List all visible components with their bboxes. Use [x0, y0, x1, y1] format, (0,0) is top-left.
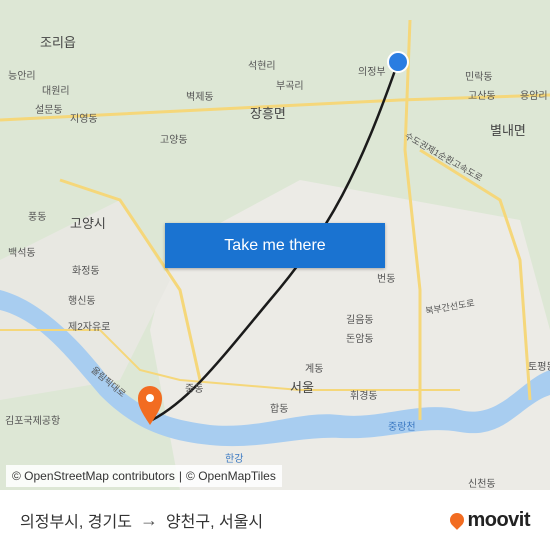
- map-label: 설문동: [35, 105, 63, 116]
- arrow-right-icon: →: [139, 509, 158, 530]
- map-label: 한강: [225, 454, 244, 465]
- map-label: 지영동: [70, 114, 98, 125]
- map-label: 김포국제공항: [5, 416, 61, 427]
- map-label: 고양시: [70, 216, 106, 231]
- origin-marker: [387, 51, 409, 73]
- osm-attribution-link[interactable]: © OpenStreetMap contributors: [12, 469, 175, 483]
- map[interactable]: 조리읍의정부장흥면고양시서울 별내면한강 중랑천 김포국제공항 제2자유로 석현리 부곡리벽…: [0, 0, 550, 490]
- map-label: 부곡리: [276, 81, 304, 92]
- map-label: 벽제동: [186, 92, 214, 103]
- moovit-wordmark: moovit: [467, 508, 530, 531]
- moovit-logo[interactable]: moovit: [447, 508, 530, 532]
- map-label: 의정부: [358, 67, 386, 78]
- map-label: 별내면: [490, 123, 526, 138]
- map-label: 행신동: [68, 296, 96, 307]
- map-label: 민락동: [465, 72, 493, 83]
- map-label: 길음동: [346, 315, 374, 326]
- map-label: 합동: [270, 404, 289, 415]
- attribution-separator: |: [178, 469, 183, 483]
- map-label: 돈암동: [346, 334, 374, 345]
- route-summary: 의정부시, 경기도 → 양천구, 서울시: [20, 508, 263, 532]
- origin-name: 의정부시, 경기도: [20, 514, 132, 531]
- map-label: 토평동: [528, 362, 550, 373]
- map-label: 조리읍: [40, 35, 76, 50]
- map-label: 대원리: [42, 86, 70, 97]
- map-label: 풍동: [28, 212, 47, 223]
- map-label: 고양동: [160, 135, 188, 146]
- map-label: 서울: [290, 380, 314, 395]
- map-attribution: © OpenStreetMap contributors | © OpenMap…: [6, 465, 282, 487]
- map-label: 화정동: [72, 266, 100, 277]
- map-label: 능안리: [8, 71, 36, 82]
- map-label: 신천동: [468, 479, 496, 490]
- map-label: 제2자유로: [68, 322, 111, 333]
- footer: 의정부시, 경기도 → 양천구, 서울시 moovit: [0, 490, 550, 550]
- take-me-there-button[interactable]: Take me there: [165, 223, 385, 268]
- map-label: 장흥면: [250, 106, 286, 121]
- map-label: 용암리: [520, 91, 548, 102]
- map-label: 백석동: [8, 248, 36, 259]
- map-label: 중동: [185, 384, 204, 395]
- map-label: 번동: [377, 274, 396, 285]
- map-label: 중랑천: [388, 422, 416, 433]
- destination-name: 양천구, 서울시: [165, 514, 264, 531]
- map-label: 고산동: [468, 91, 496, 102]
- moovit-pin-icon: [447, 510, 468, 530]
- map-label: 석현리: [248, 61, 276, 72]
- map-label: 휘경동: [350, 391, 378, 402]
- openmaptiles-attribution-link[interactable]: © OpenMapTiles: [186, 469, 276, 483]
- map-label: 계동: [305, 364, 324, 375]
